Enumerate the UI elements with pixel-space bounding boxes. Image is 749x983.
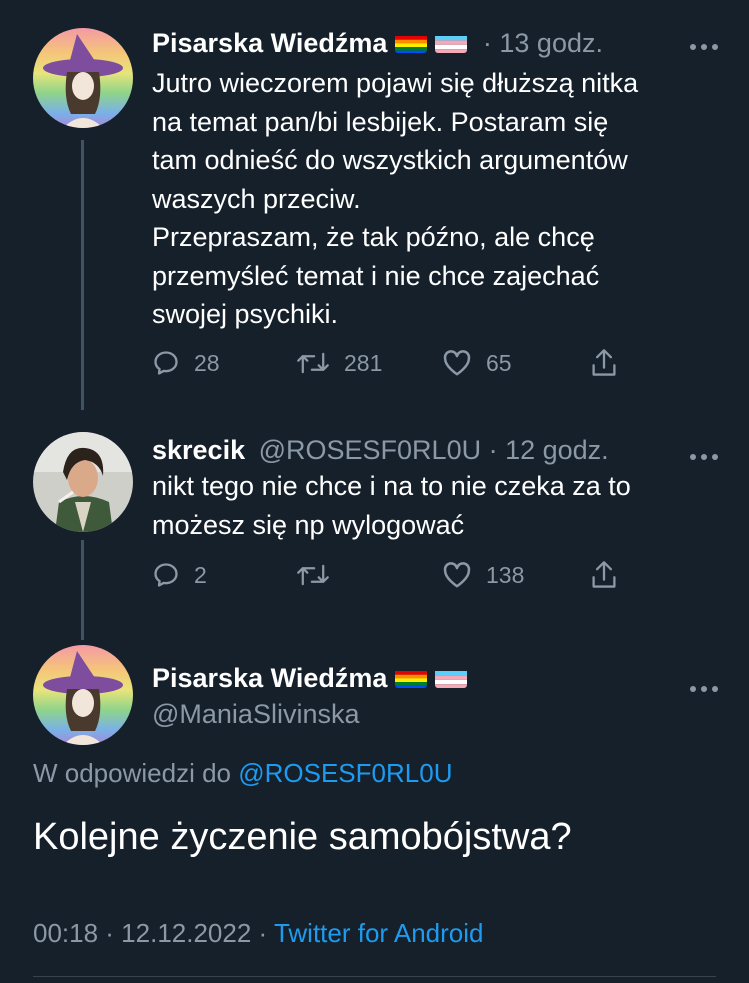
reply-button[interactable]: 2 xyxy=(152,561,207,589)
transgender-flag-icon xyxy=(435,31,468,53)
avatar[interactable] xyxy=(33,432,133,532)
reply-context: W odpowiedzi do @ROSESF0RL0U xyxy=(33,758,452,789)
share-button[interactable] xyxy=(590,560,618,590)
tweet-header: Pisarska Wiedźma xyxy=(152,660,709,696)
share-button[interactable] xyxy=(590,348,618,378)
tweet-header: skrecik @ROSESF0RL0U · 12 godz. xyxy=(152,432,709,468)
tweet-handle-time[interactable]: @ROSESF0RL0U · 12 godz. xyxy=(259,435,609,465)
witch-avatar-icon xyxy=(33,645,133,745)
tweet-header: Pisarska Wiedźma · 13 godz. xyxy=(152,25,709,61)
more-options-button[interactable] xyxy=(689,442,719,462)
tweet-1[interactable]: Pisarska Wiedźma · 13 godz. Jutro wieczo… xyxy=(0,0,749,410)
heart-icon xyxy=(443,562,471,588)
avatar[interactable] xyxy=(33,645,133,745)
tweet-actions: 2 138 xyxy=(152,557,632,593)
author-handle[interactable]: @ManiaSlivinska xyxy=(152,699,359,729)
rainbow-flag-icon xyxy=(395,31,428,53)
retweet-button[interactable]: 281 xyxy=(296,349,382,377)
main-tweet-text: Kolejne życzenie samobójstwa? xyxy=(33,816,572,858)
author-name[interactable]: Pisarska Wiedźma xyxy=(152,663,387,693)
retweet-button[interactable] xyxy=(296,561,344,589)
retweet-icon xyxy=(297,352,329,374)
share-icon xyxy=(592,349,616,376)
reply-count: 2 xyxy=(194,561,207,588)
tweet-text: nikt tego nie chce i na to nie czeka za … xyxy=(152,471,631,540)
more-horizontal-icon xyxy=(690,454,718,460)
heart-icon xyxy=(443,350,471,376)
more-horizontal-icon xyxy=(690,686,718,692)
tweet-2[interactable]: skrecik @ROSESF0RL0U · 12 godz. nikt teg… xyxy=(0,410,749,640)
more-horizontal-icon xyxy=(690,44,718,50)
tweet-timestamp[interactable]: 00:18 · 12.12.2022 · xyxy=(33,918,267,948)
tweet-text: Jutro wieczorem pojawi się dłuższą nitka… xyxy=(152,68,639,329)
tweet-source-link[interactable]: Twitter for Android xyxy=(274,918,484,948)
tweet-handle-row: @ManiaSlivinska xyxy=(152,696,709,732)
reply-count: 28 xyxy=(194,349,220,376)
like-count: 65 xyxy=(486,349,512,376)
reply-prefix: W odpowiedzi do xyxy=(33,758,231,788)
tweet-actions: 28 281 65 xyxy=(152,345,632,381)
author-name[interactable]: Pisarska Wiedźma xyxy=(152,28,387,58)
main-tweet: Pisarska Wiedźma @ManiaSlivinska W odpow… xyxy=(0,640,749,983)
reply-icon xyxy=(154,563,178,587)
transgender-flag-icon xyxy=(435,666,468,688)
author-name[interactable]: skrecik xyxy=(152,435,245,465)
thread-line xyxy=(81,140,84,410)
more-options-button[interactable] xyxy=(689,674,719,694)
more-options-button[interactable] xyxy=(689,32,719,52)
reply-button[interactable]: 28 xyxy=(152,349,220,377)
retweet-icon xyxy=(297,564,329,586)
tweet-meta: 00:18 · 12.12.2022 · Twitter for Android xyxy=(33,918,484,949)
like-button[interactable]: 138 xyxy=(442,561,524,589)
divider xyxy=(33,976,716,977)
witch-avatar-icon xyxy=(33,28,133,128)
profile-photo-icon xyxy=(33,432,133,532)
share-icon xyxy=(592,561,616,588)
tweet-time[interactable]: · 13 godz. xyxy=(483,28,603,58)
retweet-count: 281 xyxy=(344,349,383,376)
reply-to-link[interactable]: @ROSESF0RL0U xyxy=(238,758,452,788)
avatar[interactable] xyxy=(33,28,133,128)
thread-line xyxy=(81,540,84,640)
like-count: 138 xyxy=(486,561,525,588)
rainbow-flag-icon xyxy=(395,666,428,688)
reply-icon xyxy=(154,351,178,375)
like-button[interactable]: 65 xyxy=(442,349,512,377)
